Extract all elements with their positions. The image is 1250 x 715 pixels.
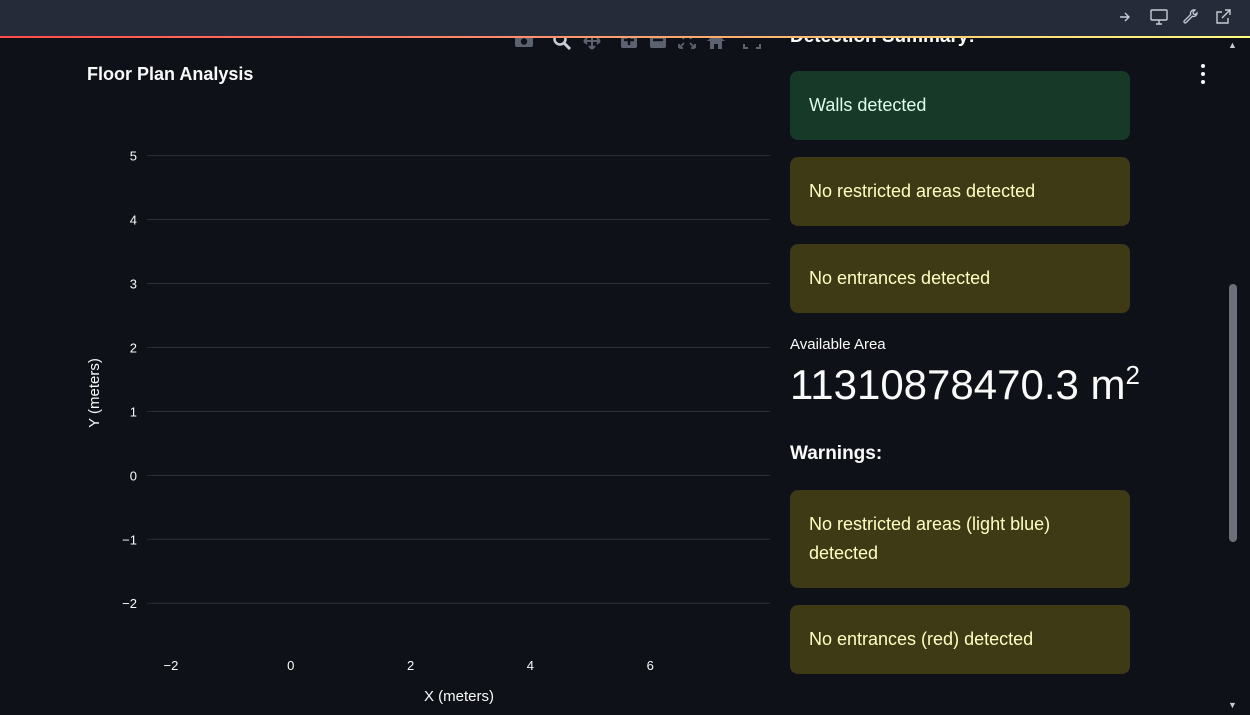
y-tick-label: −2	[122, 596, 137, 611]
detection-summary-heading: Detection Summary:	[790, 38, 975, 48]
warning-alert-1: No entrances (red) detected	[790, 605, 1130, 674]
detection-alert-1: No restricted areas detected	[790, 157, 1130, 226]
external-link-icon[interactable]	[1212, 6, 1234, 28]
y-tick-label: 3	[130, 276, 137, 291]
available-area-label: Available Area	[790, 336, 886, 353]
arrow-right-icon[interactable]	[1114, 6, 1136, 28]
y-tick-label: 5	[130, 149, 137, 164]
x-tick-label: 0	[287, 658, 294, 673]
y-tick-label: 0	[130, 468, 137, 483]
detection-alert-0: Walls detected	[790, 71, 1130, 140]
x-axis-title: X (meters)	[424, 688, 494, 705]
x-tick-label: 6	[647, 658, 654, 673]
alert-text: Walls detected	[809, 95, 927, 115]
y-tick-label: 1	[130, 404, 137, 419]
x-tick-label: −2	[164, 658, 179, 673]
available-area-value: 11310878470.3 m2	[790, 360, 1140, 408]
warnings-heading: Warnings:	[790, 443, 883, 464]
scroll-up-icon[interactable]: ▲	[1228, 40, 1237, 50]
main-content: Floor Plan Analysis 5 4 3 2 1 0 −1 −2 −2 0 2 4 6 X (m…	[0, 38, 1240, 715]
more-options-menu-icon[interactable]	[1196, 64, 1210, 84]
scrollbar-thumb[interactable]	[1229, 284, 1237, 542]
alert-text: No entrances detected	[809, 268, 991, 288]
wrench-icon[interactable]	[1180, 6, 1202, 28]
y-tick-label: 4	[130, 213, 137, 228]
alert-text: No entrances (red) detected	[809, 629, 1034, 649]
x-tick-label: 4	[527, 658, 534, 673]
detection-alert-2: No entrances detected	[790, 244, 1130, 313]
monitor-icon[interactable]	[1148, 6, 1170, 28]
alert-text: No restricted areas (light blue) detecte…	[809, 514, 1051, 563]
y-axis-title: Y (meters)	[86, 358, 103, 428]
y-tick-label: 2	[130, 340, 137, 355]
y-tick-label: −1	[122, 532, 137, 547]
warning-alert-0: No restricted areas (light blue) detecte…	[790, 490, 1130, 588]
floor-plan-chart[interactable]: 5 4 3 2 1 0 −1 −2 −2 0 2 4 6 X (meters) Y (meters)	[0, 38, 790, 715]
scrollbar-track[interactable]	[1240, 38, 1250, 715]
scroll-down-icon[interactable]: ▼	[1228, 700, 1237, 710]
x-tick-label: 2	[407, 658, 414, 673]
top-toolbar	[0, 0, 1250, 36]
alert-text: No restricted areas detected	[809, 181, 1036, 201]
